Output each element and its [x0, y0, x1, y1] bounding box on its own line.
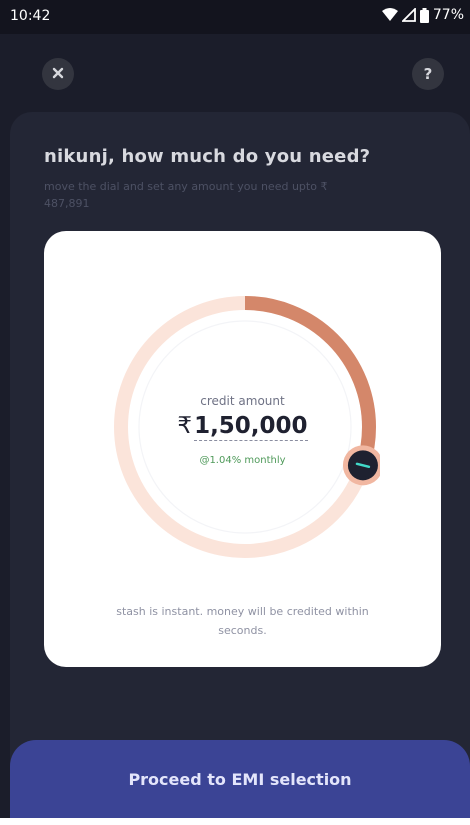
close-button[interactable]	[42, 58, 74, 90]
interest-rate: @1.04% monthly	[199, 455, 286, 466]
close-icon	[52, 65, 64, 83]
proceed-to-emi-button[interactable]: Proceed to EMI selection	[10, 740, 470, 818]
instant-credit-note: stash is instant. money will be credited…	[116, 605, 369, 637]
signal-icon	[401, 8, 416, 22]
currency-symbol: ₹	[177, 413, 193, 439]
app-screen: 10:42 77% ? nikunj, how much do you need…	[0, 0, 470, 825]
page-title: nikunj, how much do you need?	[44, 146, 371, 167]
battery-percent: 77%	[432, 7, 464, 23]
status-bar: 10:42 77%	[0, 0, 470, 34]
status-time: 10:42	[10, 8, 51, 24]
credit-amount-label: credit amount	[200, 394, 285, 408]
help-icon: ?	[423, 65, 433, 83]
credit-amount-value[interactable]: 1,50,000	[194, 413, 308, 441]
dial-card: credit amount ₹1,50,000 @1.04% monthly s…	[44, 231, 441, 667]
nav-bar-strip	[0, 818, 470, 825]
amount-limit-text: move the dial and set any amount you nee…	[44, 180, 328, 210]
status-icons: 77%	[381, 7, 464, 23]
help-button[interactable]: ?	[412, 58, 444, 90]
wifi-icon	[381, 8, 398, 22]
credit-amount[interactable]: ₹1,50,000	[44, 413, 441, 441]
header: ?	[0, 34, 470, 114]
proceed-button-label: Proceed to EMI selection	[128, 769, 352, 789]
battery-icon	[419, 7, 429, 23]
